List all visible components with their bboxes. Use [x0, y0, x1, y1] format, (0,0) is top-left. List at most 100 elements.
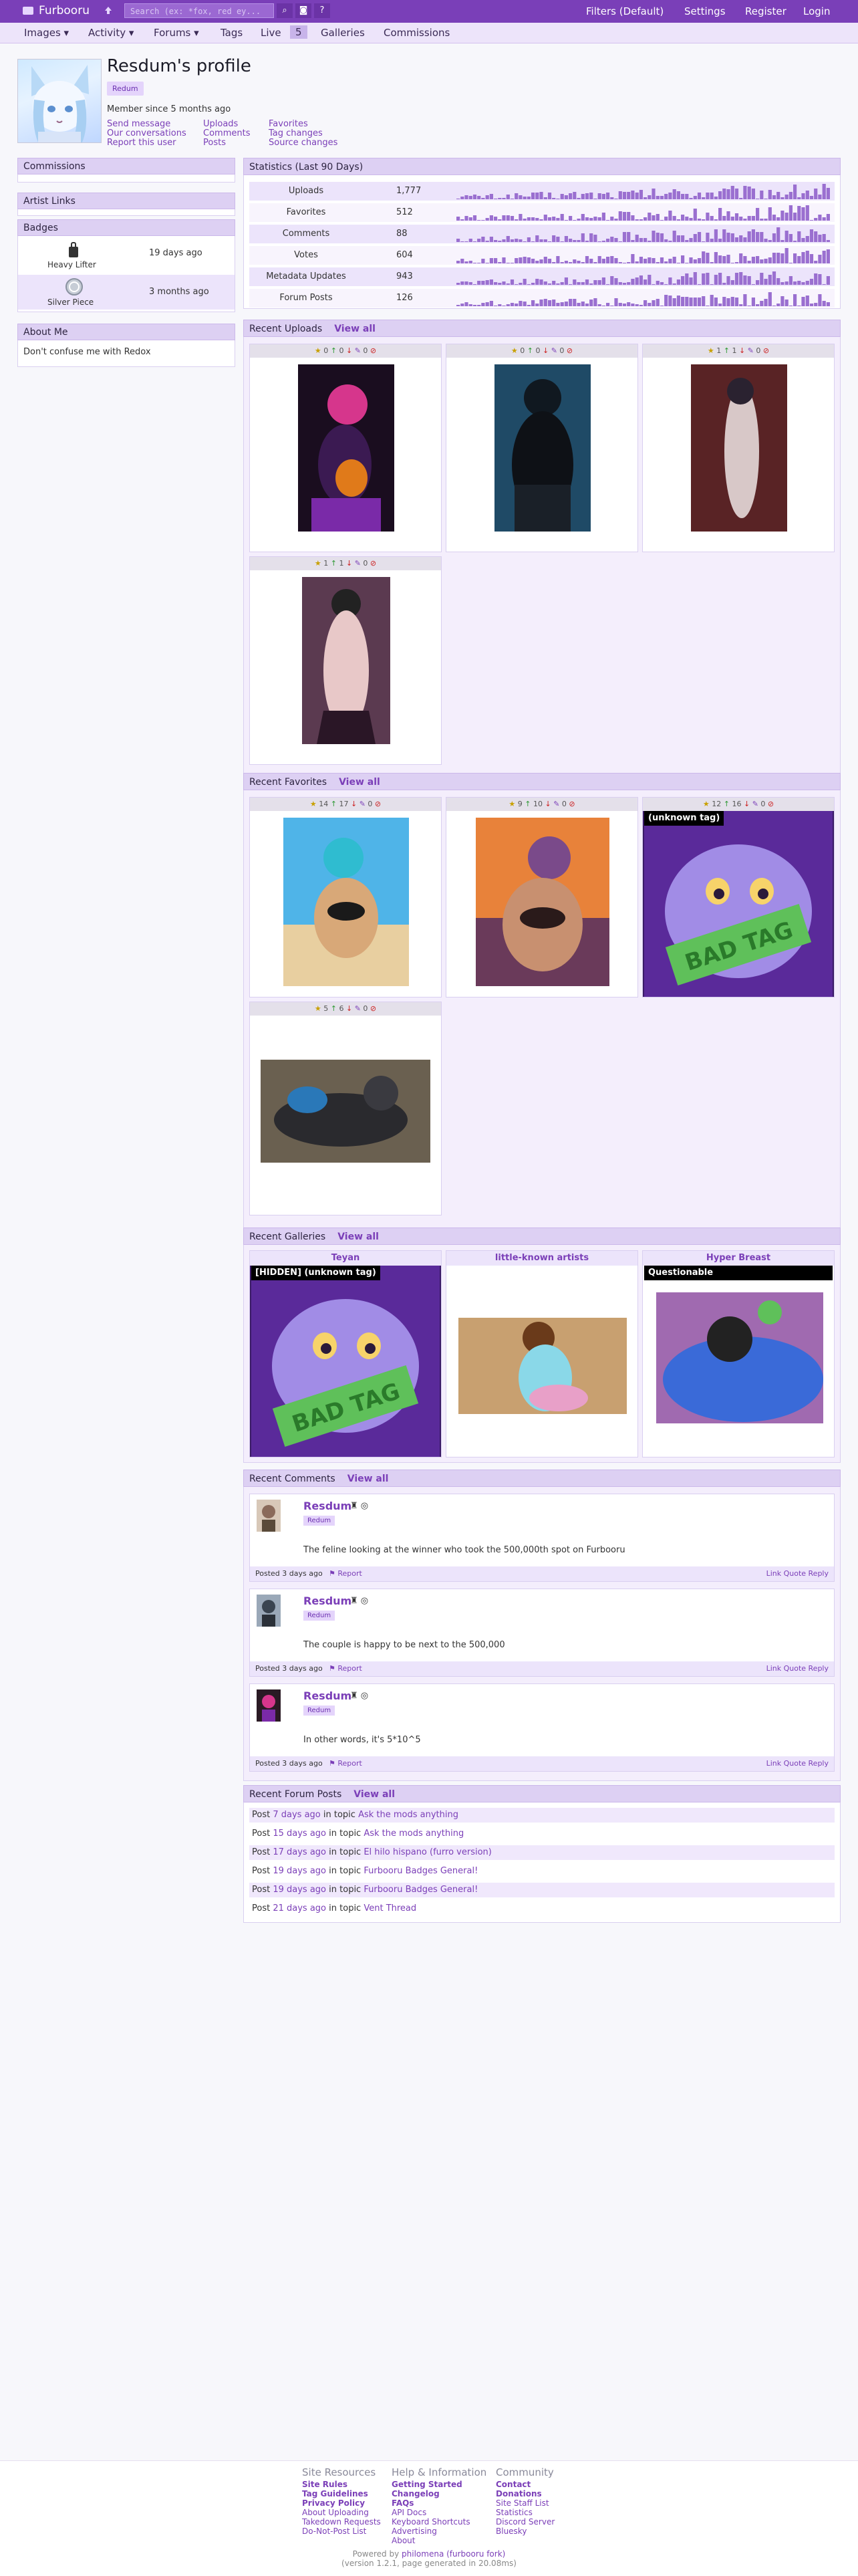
footer-link[interactable]: Contact — [496, 2480, 555, 2489]
footer-link[interactable]: Getting Started — [392, 2480, 486, 2489]
footer-link[interactable]: Do-Not-Post List — [302, 2527, 381, 2536]
favorites-view-all[interactable]: View all — [339, 777, 380, 788]
image-thumbnail[interactable] — [261, 1060, 430, 1163]
comments-link[interactable]: Comments — [203, 128, 250, 138]
upload-icon[interactable] — [103, 5, 114, 16]
search-icon[interactable]: ⌕ — [277, 3, 293, 18]
spoiler-placeholder[interactable]: BAD TAG — [644, 811, 833, 997]
comment-author[interactable]: Resdum — [303, 1500, 351, 1512]
image-thumbnail[interactable] — [691, 364, 787, 532]
galleries-view-all[interactable]: View all — [337, 1232, 379, 1242]
footer-link[interactable]: Takedown Requests — [302, 2517, 381, 2527]
report-user-link[interactable]: Report this user — [107, 138, 176, 148]
gallery-card[interactable]: Teyan BAD TAG [HIDDEN] (unknown tag) — [249, 1250, 442, 1457]
source-changes-link[interactable]: Source changes — [269, 138, 337, 148]
footer-link[interactable]: Donations — [496, 2489, 555, 2498]
report-button[interactable]: ⚑ Report — [329, 1661, 362, 1676]
footer-link[interactable]: Discord Server — [496, 2517, 555, 2527]
comment-avatar[interactable] — [257, 1500, 281, 1532]
gallery-title[interactable]: Hyper Breast — [643, 1251, 834, 1266]
site-logo[interactable]: Furbooru — [23, 4, 90, 17]
image-thumbnail[interactable] — [494, 364, 591, 532]
post-time-link[interactable]: 19 days ago — [273, 1866, 326, 1876]
comment-actions[interactable]: Link Quote Reply — [766, 1756, 829, 1771]
topic-link[interactable]: Vent Thread — [364, 1903, 416, 1913]
comment-actions[interactable]: Link Quote Reply — [766, 1661, 829, 1676]
our-conversations-link[interactable]: Our conversations — [107, 128, 186, 138]
image-card[interactable]: ★ 14 ↑ 17 ↓ ✎ 0 ⊘ — [249, 797, 442, 998]
spoiler-placeholder[interactable]: BAD TAG — [251, 1266, 440, 1457]
report-button[interactable]: ⚑ Report — [329, 1756, 362, 1771]
tags-link[interactable]: Tags — [221, 27, 243, 39]
report-button[interactable]: ⚑ Report — [329, 1566, 362, 1581]
post-time-link[interactable]: 19 days ago — [273, 1885, 326, 1895]
footer-link[interactable]: About Uploading — [302, 2508, 381, 2517]
post-time-link[interactable]: 17 days ago — [273, 1847, 326, 1857]
footer-link[interactable]: Tag Guidelines — [302, 2489, 381, 2498]
gallery-card[interactable]: little-known artists — [446, 1250, 638, 1457]
post-time-link[interactable]: 21 days ago — [273, 1903, 326, 1913]
image-thumbnail[interactable] — [458, 1318, 627, 1414]
topic-link[interactable]: Furbooru Badges General! — [364, 1866, 478, 1876]
comments-view-all[interactable]: View all — [347, 1474, 389, 1484]
search-input[interactable]: Search (ex: *fox, red ey... — [124, 3, 274, 18]
login-link[interactable]: Login — [803, 5, 830, 17]
forums-menu[interactable]: Forums ▾ — [154, 27, 199, 39]
tag-changes-link[interactable]: Tag changes — [269, 128, 323, 138]
send-message-link[interactable]: Send message — [107, 119, 170, 129]
live-link[interactable]: Live — [261, 27, 281, 39]
camera-icon[interactable]: ◙ — [295, 3, 311, 18]
topic-link[interactable]: El hilo hispano (furro version) — [364, 1847, 492, 1857]
footer-link[interactable]: FAQs — [392, 2498, 486, 2508]
comment-author[interactable]: Resdum — [303, 1689, 351, 1702]
favorites-link[interactable]: Favorites — [269, 119, 308, 129]
comment-author[interactable]: Resdum — [303, 1595, 351, 1607]
footer-link[interactable]: About — [392, 2536, 486, 2545]
filters-link[interactable]: Filters (Default) — [586, 5, 664, 17]
image-card[interactable]: ★ 9 ↑ 10 ↓ ✎ 0 ⊘ — [446, 797, 638, 998]
footer-link[interactable]: Privacy Policy — [302, 2498, 381, 2508]
uploads-link[interactable]: Uploads — [203, 119, 238, 129]
footer-link[interactable]: Bluesky — [496, 2527, 555, 2536]
image-card[interactable]: ★ 0 ↑ 0 ↓ ✎ 0 ⊘ — [446, 344, 638, 552]
activity-menu[interactable]: Activity ▾ — [88, 27, 134, 39]
footer-link[interactable]: Advertising — [392, 2527, 486, 2536]
image-thumbnail[interactable] — [283, 818, 409, 986]
image-card[interactable]: ★ 1 ↑ 1 ↓ ✎ 0 ⊘ — [642, 344, 835, 552]
comment-actions[interactable]: Link Quote Reply — [766, 1566, 829, 1581]
image-card[interactable]: ★ 1 ↑ 1 ↓ ✎ 0 ⊘ — [249, 556, 442, 765]
topic-link[interactable]: Ask the mods anything — [364, 1829, 464, 1839]
footer-link[interactable]: Statistics — [496, 2508, 555, 2517]
gallery-card[interactable]: Hyper Breast Questionable — [642, 1250, 835, 1457]
comment-avatar[interactable] — [257, 1595, 281, 1627]
footer-link[interactable]: Keyboard Shortcuts — [392, 2517, 486, 2527]
register-link[interactable]: Register — [745, 5, 786, 17]
image-thumbnail[interactable] — [656, 1292, 823, 1423]
topic-link[interactable]: Ask the mods anything — [358, 1810, 458, 1820]
gallery-title[interactable]: little-known artists — [446, 1251, 637, 1266]
footer-link[interactable]: Site Rules — [302, 2480, 381, 2489]
settings-link[interactable]: Settings — [684, 5, 726, 17]
images-menu[interactable]: Images ▾ — [24, 27, 69, 39]
topic-link[interactable]: Furbooru Badges General! — [364, 1885, 478, 1895]
footer-link[interactable]: API Docs — [392, 2508, 486, 2517]
post-time-link[interactable]: 7 days ago — [273, 1810, 320, 1820]
galleries-link[interactable]: Galleries — [321, 27, 365, 39]
forum-view-all[interactable]: View all — [353, 1789, 395, 1800]
commissions-link[interactable]: Commissions — [384, 27, 450, 39]
image-thumbnail[interactable] — [298, 364, 394, 532]
uploads-view-all[interactable]: View all — [334, 324, 376, 334]
philomena-link[interactable]: philomena (furbooru fork) — [402, 2549, 505, 2559]
image-thumbnail[interactable] — [476, 818, 609, 986]
help-icon[interactable]: ? — [314, 3, 330, 18]
comment-avatar[interactable] — [257, 1689, 281, 1722]
posts-link[interactable]: Posts — [203, 138, 226, 148]
post-time-link[interactable]: 15 days ago — [273, 1829, 326, 1839]
image-card[interactable]: ★ 0 ↑ 0 ↓ ✎ 0 ⊘ — [249, 344, 442, 552]
image-thumbnail[interactable] — [302, 577, 390, 744]
image-card[interactable]: ★ 5 ↑ 6 ↓ ✎ 0 ⊘ — [249, 1002, 442, 1215]
footer-link[interactable]: Site Staff List — [496, 2498, 555, 2508]
gallery-title[interactable]: Teyan — [250, 1251, 441, 1266]
image-card[interactable]: ★ 12 ↑ 16 ↓ ✎ 0 ⊘ BAD TAG (unknown tag) — [642, 797, 835, 998]
footer-link[interactable]: Changelog — [392, 2489, 486, 2498]
